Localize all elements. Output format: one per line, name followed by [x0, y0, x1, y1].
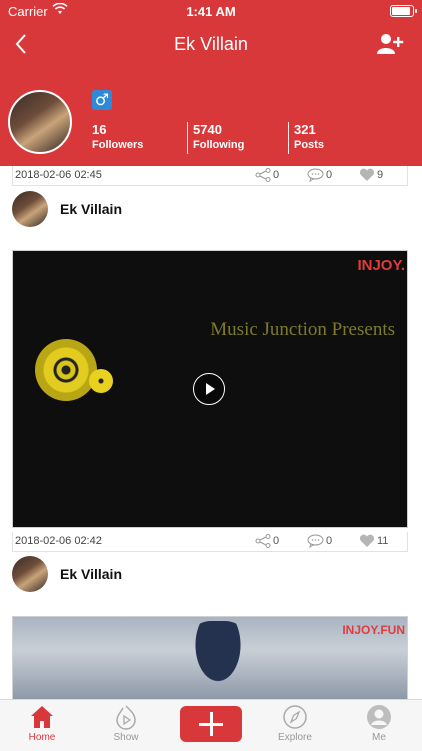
video-watermark: INJOY.FUN [342, 623, 405, 637]
comment-button[interactable]: 0 [307, 168, 332, 182]
play-flame-icon [116, 705, 136, 730]
video-title-text: Music Junction Presents [210, 319, 395, 340]
create-post-button[interactable] [180, 706, 242, 742]
stat-followers[interactable]: 16 Followers [92, 122, 143, 151]
heart-icon [359, 168, 375, 181]
posts-count: 321 [294, 122, 316, 137]
battery-icon [390, 5, 417, 17]
status-bar: Carrier 1:41 AM [0, 0, 422, 22]
tab-me[interactable]: Me [349, 704, 409, 743]
page-title: Ek Villain [174, 34, 248, 54]
tab-show-label: Show [113, 732, 139, 743]
like-button[interactable]: 9 [359, 168, 383, 182]
profile-avatar[interactable] [8, 90, 72, 154]
following-count: 5740 [193, 122, 222, 137]
comment-button[interactable]: 0 [307, 534, 332, 548]
add-friend-icon[interactable] [376, 32, 404, 56]
tab-home-label: Home [28, 732, 56, 743]
disc-graphic [35, 339, 97, 401]
tab-explore-label: Explore [278, 732, 312, 743]
comment-icon [307, 534, 324, 548]
stat-posts[interactable]: 321 Posts [294, 122, 324, 151]
tab-me-label: Me [372, 732, 386, 743]
post-date: 2018-02-06 02:45 [15, 169, 102, 181]
posts-label: Posts [294, 139, 324, 151]
stat-divider [187, 122, 188, 154]
share-icon [255, 534, 271, 548]
tab-explore[interactable]: Explore [265, 704, 325, 743]
stat-divider [288, 122, 289, 154]
author-name[interactable]: Ek Villain [60, 201, 122, 217]
comment-icon [307, 168, 324, 182]
post-author[interactable]: Ek Villain [12, 556, 122, 592]
post-meta-bar: 2018-02-06 02:42 0 0 11 [12, 532, 408, 552]
tab-home[interactable]: Home [12, 704, 72, 743]
male-gender-icon: ♂ [92, 90, 112, 110]
video-figure [183, 621, 253, 699]
play-icon[interactable] [193, 373, 225, 405]
share-button[interactable]: 0 [255, 168, 279, 182]
author-name[interactable]: Ek Villain [60, 566, 122, 582]
disc-graphic [89, 369, 113, 393]
bottom-tab-bar: Home Show Explore Me [0, 699, 422, 751]
share-icon [255, 168, 271, 182]
share-button[interactable]: 0 [255, 534, 279, 548]
like-button[interactable]: 11 [359, 534, 388, 548]
following-label: Following [193, 139, 245, 151]
stat-following[interactable]: 5740 Following [193, 122, 244, 151]
author-avatar[interactable] [12, 191, 48, 227]
comment-count: 0 [326, 169, 333, 181]
share-count: 0 [273, 169, 280, 181]
tab-show[interactable]: Show [96, 704, 156, 743]
author-avatar[interactable] [12, 556, 48, 592]
followers-count: 16 [92, 122, 107, 137]
like-count: 9 [377, 169, 384, 181]
like-count: 11 [377, 535, 389, 547]
comment-count: 0 [326, 535, 333, 547]
post-author[interactable]: Ek Villain [12, 191, 122, 227]
followers-label: Followers [92, 139, 144, 151]
compass-icon [283, 705, 307, 729]
post-date: 2018-02-06 02:42 [15, 535, 102, 547]
post-meta-bar: 2018-02-06 02:45 0 0 9 [12, 166, 408, 186]
status-time: 1:41 AM [186, 4, 236, 19]
video-thumbnail[interactable]: INJOY. Music Junction Presents [12, 250, 408, 528]
profile-header: Carrier 1:41 AM Ek Villain ♂ 16 Follower… [0, 0, 422, 166]
share-count: 0 [273, 535, 280, 547]
video-thumbnail[interactable]: INJOY.FUN [12, 616, 408, 700]
video-watermark: INJOY. [357, 257, 405, 274]
home-icon [31, 706, 53, 728]
person-icon [367, 705, 391, 729]
heart-icon [359, 534, 375, 547]
